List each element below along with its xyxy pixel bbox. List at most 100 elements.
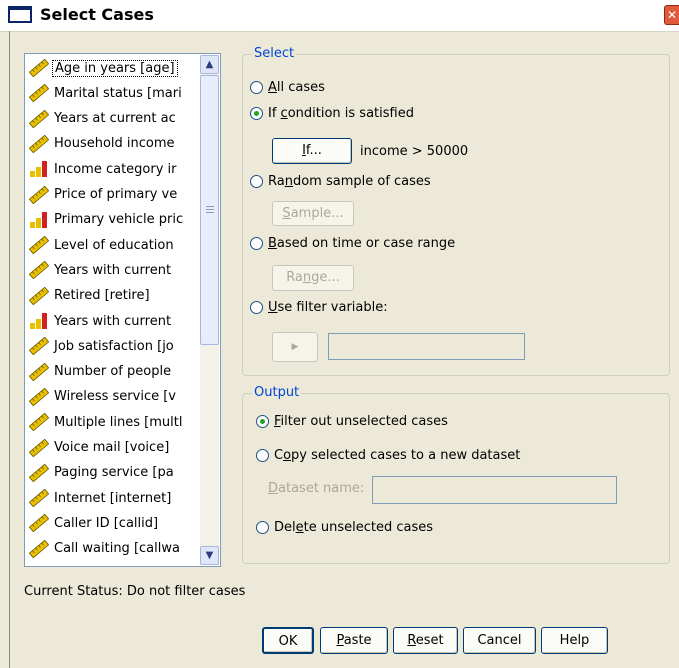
- help-button[interactable]: Help: [541, 627, 608, 654]
- scale-ruler-icon: [28, 261, 50, 280]
- current-status: Current Status: Do not filter cases: [24, 584, 246, 599]
- variable-label: Age in years [age]: [52, 59, 178, 77]
- radio-based-on-time-label: Based on time or case range: [268, 236, 456, 251]
- filter-variable-field[interactable]: [328, 333, 525, 360]
- cancel-button[interactable]: Cancel: [463, 627, 536, 654]
- ok-button[interactable]: OK: [262, 627, 314, 654]
- radio-button[interactable]: [256, 521, 269, 534]
- scroll-down-button[interactable]: ▼: [200, 546, 219, 565]
- window-border-line: [9, 31, 10, 668]
- variable-list-item[interactable]: Income category ir: [28, 158, 196, 180]
- ordinal-bar-icon: [28, 160, 50, 178]
- variable-label: Call waiting [callwa: [54, 541, 180, 557]
- radio-if-condition[interactable]: If condition is satisfied: [250, 106, 414, 121]
- if-button[interactable]: If...: [272, 138, 352, 164]
- variable-list-item[interactable]: Internet [internet]: [28, 487, 196, 509]
- radio-based-on-time[interactable]: Based on time or case range: [250, 236, 455, 251]
- radio-filter-out-label: Filter out unselected cases: [274, 414, 448, 429]
- scale-ruler-icon: [28, 109, 50, 128]
- radio-use-filter-label: Use filter variable:: [268, 300, 388, 315]
- variable-list-item[interactable]: Years with current: [28, 310, 196, 332]
- variable-label: Number of people: [54, 364, 172, 380]
- scale-ruler-icon: [28, 488, 50, 508]
- title-bar[interactable]: Select Cases ✕: [0, 0, 679, 32]
- window-icon: [8, 6, 32, 23]
- ordinal-bar-icon: [28, 312, 50, 330]
- thumb-grip-line: [206, 206, 214, 207]
- variable-label: Household income: [54, 136, 175, 152]
- radio-copy-selected[interactable]: Copy selected cases to a new dataset: [256, 448, 520, 463]
- variable-label: Primary vehicle pric: [54, 212, 184, 228]
- window-title: Select Cases: [40, 5, 154, 24]
- close-button[interactable]: ✕: [664, 5, 679, 25]
- variable-list-item[interactable]: Age in years [age]: [28, 57, 196, 79]
- scale-ruler-icon: [28, 286, 50, 305]
- variable-list-item[interactable]: Marital status [mari: [28, 82, 196, 104]
- radio-all-cases[interactable]: All cases: [250, 80, 325, 95]
- variable-list-item[interactable]: Years at current ac: [28, 108, 196, 130]
- variable-list-scrollbar[interactable]: ▲ ▼: [200, 55, 219, 565]
- thumb-grip-line: [206, 212, 214, 213]
- thumb-grip-line: [206, 209, 214, 210]
- radio-filter-out[interactable]: Filter out unselected cases: [256, 414, 448, 429]
- variable-list-item[interactable]: Job satisfaction [jo: [28, 335, 196, 357]
- reset-button[interactable]: Reset: [393, 627, 458, 654]
- move-variable-arrow-button[interactable]: ▶: [272, 332, 318, 362]
- radio-all-cases-label: All cases: [268, 80, 325, 95]
- variable-list-item[interactable]: Paging service [pa: [28, 462, 196, 484]
- variable-label: Retired [retire]: [54, 288, 150, 304]
- scroll-thumb[interactable]: [200, 75, 219, 345]
- variable-list-item[interactable]: Primary vehicle pric: [28, 209, 196, 231]
- variable-label: Voice mail [voice]: [54, 440, 170, 455]
- radio-button[interactable]: [250, 81, 263, 94]
- variable-list-item[interactable]: Price of primary ve: [28, 184, 196, 206]
- variable-label: Income category ir: [54, 161, 177, 177]
- variable-label: Job satisfaction [jo: [54, 338, 174, 354]
- variable-list-item[interactable]: Number of people: [28, 361, 196, 383]
- paste-button[interactable]: Paste: [320, 627, 388, 654]
- radio-use-filter[interactable]: Use filter variable:: [250, 300, 388, 315]
- variable-label: Caller ID [callid]: [54, 515, 159, 531]
- scale-ruler-icon: [28, 185, 50, 204]
- variable-list-item[interactable]: Call waiting [callwa: [28, 538, 196, 560]
- radio-button[interactable]: [250, 237, 263, 250]
- sample-button[interactable]: Sample...: [272, 201, 354, 226]
- radio-button[interactable]: [250, 301, 263, 314]
- scroll-up-button[interactable]: ▲: [200, 55, 219, 74]
- scale-ruler-icon: [28, 463, 50, 483]
- dataset-name-input[interactable]: [372, 476, 617, 504]
- radio-delete-unselected-label: Delete unselected cases: [274, 520, 433, 535]
- condition-expression: income > 50000: [360, 144, 469, 159]
- scale-ruler-icon: [28, 514, 50, 533]
- scale-ruler-icon: [28, 58, 50, 78]
- scale-ruler-icon: [28, 387, 50, 407]
- scale-ruler-icon: [28, 337, 50, 356]
- range-button[interactable]: Range...: [272, 265, 354, 291]
- variable-list-item[interactable]: Multiple lines [multl: [28, 411, 196, 433]
- variable-label: Paging service [pa: [54, 465, 174, 481]
- right-arrow-icon: ▶: [291, 342, 299, 352]
- variable-list-item[interactable]: Retired [retire]: [28, 285, 196, 307]
- variable-list[interactable]: Age in years [age] Marital status [mari Ye…: [24, 53, 221, 567]
- variable-label: Level of education: [54, 237, 174, 253]
- variable-label: Years at current ac: [54, 111, 176, 127]
- variable-label: Years with current: [54, 313, 172, 329]
- variable-label: Internet [internet]: [54, 490, 172, 506]
- variable-list-item[interactable]: Years with current: [28, 259, 196, 281]
- radio-if-condition-label: If condition is satisfied: [268, 106, 414, 121]
- variable-list-item[interactable]: Caller ID [callid]: [28, 512, 196, 534]
- radio-button[interactable]: [256, 449, 269, 462]
- scale-ruler-icon: [28, 134, 50, 154]
- radio-button[interactable]: [256, 415, 269, 428]
- variable-label: Marital status [mari: [54, 85, 182, 101]
- radio-random-sample[interactable]: Random sample of cases: [250, 174, 431, 189]
- variable-list-item[interactable]: Level of education: [28, 234, 196, 256]
- variable-list-item[interactable]: Voice mail [voice]: [28, 437, 196, 459]
- radio-button[interactable]: [250, 107, 263, 120]
- select-group-legend: Select: [252, 46, 297, 61]
- radio-button[interactable]: [250, 175, 263, 188]
- radio-delete-unselected[interactable]: Delete unselected cases: [256, 520, 433, 535]
- variable-list-item[interactable]: Household income: [28, 133, 196, 155]
- variable-list-item[interactable]: Wireless service [v: [28, 386, 196, 408]
- scale-ruler-icon: [28, 412, 50, 432]
